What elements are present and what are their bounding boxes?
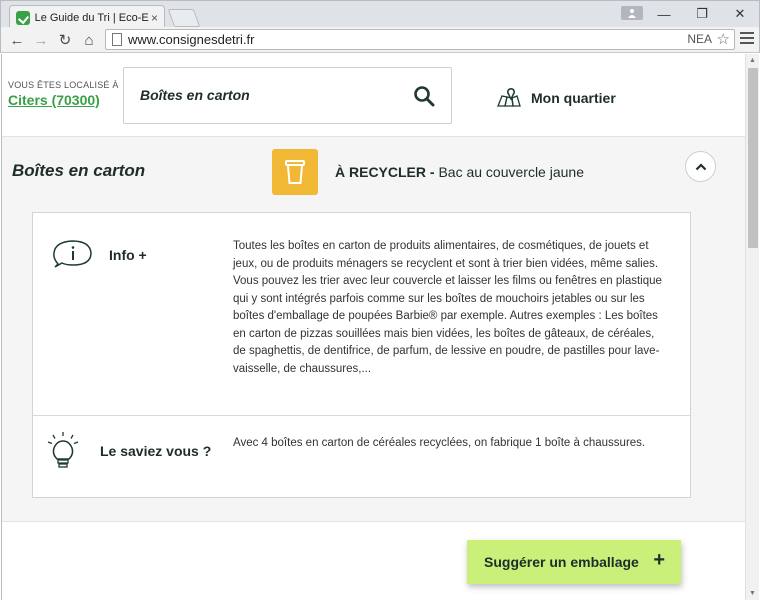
quartier-label: Mon quartier xyxy=(531,90,616,106)
saviez-title: Le saviez vous ? xyxy=(100,443,212,459)
new-tab-button[interactable] xyxy=(167,9,201,27)
scroll-down-icon[interactable]: ▼ xyxy=(749,590,756,597)
page-content: VOUS ÊTES LOCALISÉ À Citers (70300) Boît… xyxy=(1,54,745,600)
plus-icon: + xyxy=(653,549,665,571)
location-city-link[interactable]: Citers (70300) xyxy=(8,92,100,108)
browser-tab[interactable]: Le Guide du Tri | Eco-Emb × xyxy=(9,5,165,29)
back-button[interactable]: ← xyxy=(7,30,27,50)
collapse-button[interactable] xyxy=(685,151,716,182)
reload-button[interactable]: ↻ xyxy=(55,30,75,50)
tab-title: Le Guide du Tri | Eco-Emb xyxy=(34,11,149,24)
result-title: Boîtes en carton xyxy=(12,161,146,180)
result-panel: Boîtes en carton À RECYCLER - Bac au cou… xyxy=(2,136,745,522)
browser-titlebar: Le Guide du Tri | Eco-Emb × — ❐ ✕ xyxy=(0,0,760,29)
yellow-bin-icon xyxy=(272,149,318,195)
close-window-button[interactable]: ✕ xyxy=(725,3,755,25)
map-pin-icon xyxy=(497,88,521,107)
info-text: Toutes les boîtes en carton de produits … xyxy=(233,240,662,375)
page-scrollbar[interactable]: ▲ ▼ xyxy=(745,54,759,600)
mon-quartier-link[interactable]: Mon quartier xyxy=(497,88,616,108)
favicon-icon xyxy=(16,10,30,25)
address-bar[interactable]: www.consignesdetri.fr NEA ☆ xyxy=(105,29,735,50)
info-title: Info + xyxy=(109,247,147,263)
extension-nea[interactable]: NEA xyxy=(687,32,712,46)
saviez-text: Avec 4 boîtes en carton de céréales recy… xyxy=(233,437,646,449)
browser-menu-icon[interactable] xyxy=(740,32,754,47)
user-profile-icon[interactable] xyxy=(621,6,643,20)
recycle-status: À RECYCLER - xyxy=(335,164,435,180)
tab-close-icon[interactable]: × xyxy=(151,11,158,25)
bookmark-star-icon[interactable]: ☆ xyxy=(717,30,730,48)
recycle-instruction: À RECYCLER - Bac au couvercle jaune xyxy=(335,164,584,180)
restore-button[interactable]: ❐ xyxy=(687,3,717,25)
suggest-packaging-button[interactable]: Suggérer un emballage + xyxy=(467,540,681,584)
lightbulb-icon xyxy=(47,432,79,468)
recycle-bin-detail: Bac au couvercle jaune xyxy=(438,164,584,180)
forward-button[interactable]: → xyxy=(31,30,51,50)
page-icon xyxy=(112,33,122,46)
url-text: www.consignesdetri.fr xyxy=(128,32,255,47)
scroll-up-icon[interactable]: ▲ xyxy=(749,57,756,64)
info-bubble-icon xyxy=(53,240,92,268)
search-icon[interactable] xyxy=(413,85,435,107)
minimize-button[interactable]: — xyxy=(649,3,679,25)
suggest-label: Suggérer un emballage xyxy=(484,554,639,570)
card-divider xyxy=(33,415,690,416)
info-card: Info + Toutes les boîtes en carton de pr… xyxy=(32,212,691,498)
search-value: Boîtes en carton xyxy=(140,87,250,103)
chevron-up-icon xyxy=(695,162,706,170)
scroll-thumb[interactable] xyxy=(748,68,758,248)
location-label: VOUS ÊTES LOCALISÉ À xyxy=(8,80,119,90)
home-button[interactable]: ⌂ xyxy=(79,30,99,50)
browser-toolbar: ← → ↻ ⌂ www.consignesdetri.fr NEA ☆ xyxy=(0,27,760,53)
search-input[interactable]: Boîtes en carton xyxy=(123,67,452,124)
